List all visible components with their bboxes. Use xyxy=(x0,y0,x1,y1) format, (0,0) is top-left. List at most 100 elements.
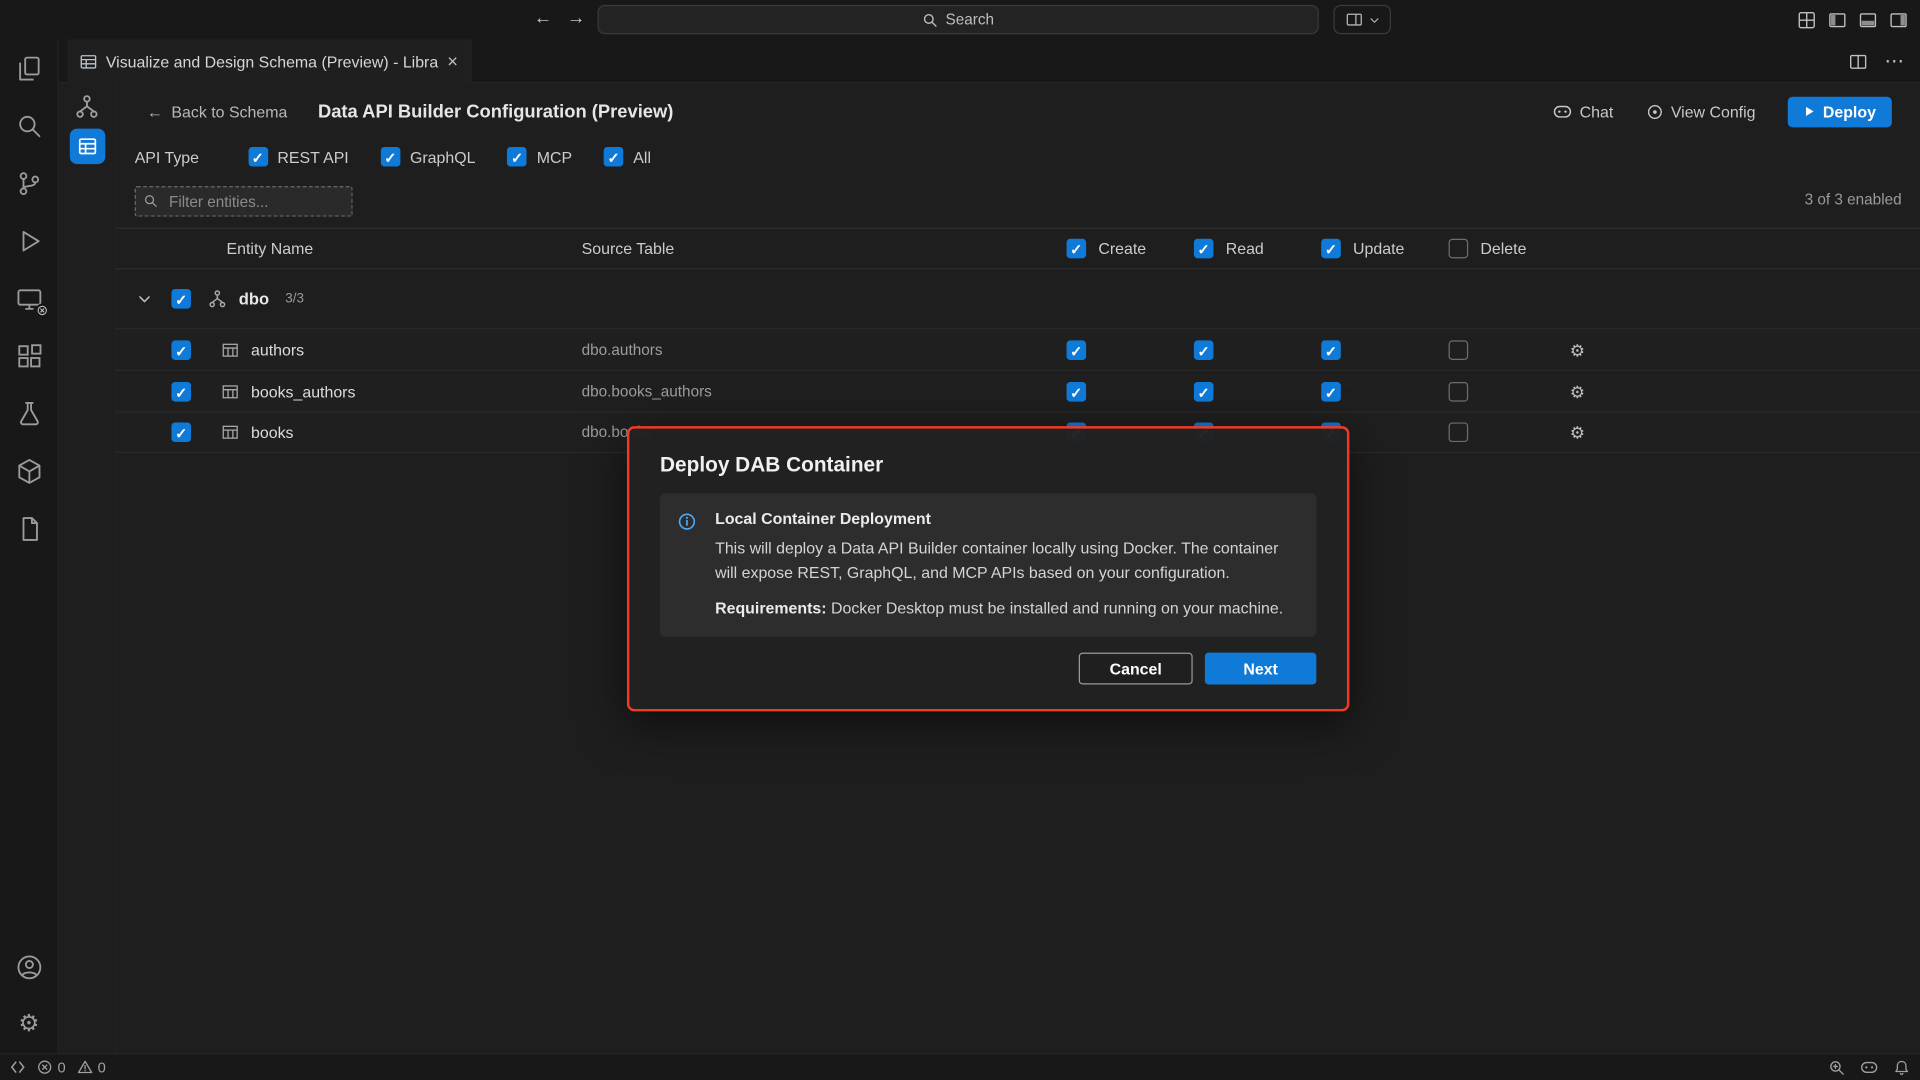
explorer-icon[interactable] xyxy=(0,39,58,97)
delete-checkbox[interactable] xyxy=(1449,422,1469,442)
back-to-schema-link[interactable]: ← Back to Schema xyxy=(147,102,287,120)
view-config-button[interactable]: View Config xyxy=(1645,102,1755,120)
search-label: Search xyxy=(946,11,995,28)
row-select-checkbox[interactable] xyxy=(171,422,191,442)
search-view-icon[interactable] xyxy=(0,97,58,155)
source-control-icon[interactable] xyxy=(0,154,58,212)
next-button[interactable]: Next xyxy=(1205,653,1316,685)
error-icon xyxy=(37,1059,53,1075)
schema-view-icon[interactable] xyxy=(75,94,99,118)
update-checkbox[interactable] xyxy=(1321,340,1341,360)
extensions-icon[interactable] xyxy=(0,327,58,385)
api-type-row: API Type REST API GraphQL MCP All xyxy=(135,142,651,171)
table-header: Entity Name Source Table Create Read Upd… xyxy=(116,228,1920,270)
all-label: All xyxy=(633,148,651,166)
deploy-label: Deploy xyxy=(1823,102,1876,120)
row-select-checkbox[interactable] xyxy=(171,381,191,401)
create-checkbox[interactable] xyxy=(1067,340,1087,360)
notifications-bell-icon[interactable] xyxy=(1893,1059,1910,1076)
schema-group-row: dbo 3/3 xyxy=(116,274,1920,323)
tab-close-icon[interactable]: × xyxy=(447,52,458,70)
tab-visualize-schema[interactable]: Visualize and Design Schema (Preview) - … xyxy=(67,39,471,83)
table-row: authors dbo.authors ⚙ xyxy=(116,328,1920,370)
deploy-dab-dialog: Deploy DAB Container Local Container Dep… xyxy=(627,426,1349,711)
zoom-status-icon[interactable] xyxy=(1828,1059,1845,1076)
col-update: Update xyxy=(1353,239,1404,257)
problems-errors[interactable]: 0 xyxy=(37,1059,66,1076)
group-select-checkbox[interactable] xyxy=(171,289,191,309)
source-table: dbo.books_authors xyxy=(582,383,712,400)
dab-config-view-icon[interactable] xyxy=(70,129,106,165)
table-row: books_authors dbo.books_authors ⚙ xyxy=(116,370,1920,412)
source-table: dbo.authors xyxy=(582,341,663,358)
update-all-checkbox[interactable] xyxy=(1321,239,1341,259)
status-bar: 0 0 xyxy=(0,1053,1920,1080)
settings-gear-icon[interactable]: ⚙ xyxy=(0,996,58,1054)
tab-title: Visualize and Design Schema (Preview) - … xyxy=(106,52,439,70)
testing-icon[interactable] xyxy=(0,384,58,442)
row-settings-gear-icon[interactable]: ⚙ xyxy=(1570,383,1585,400)
rest-api-label: REST API xyxy=(277,148,348,166)
create-checkbox[interactable] xyxy=(1067,381,1087,401)
graphql-checkbox[interactable] xyxy=(381,147,401,167)
schema-icon xyxy=(208,290,226,308)
back-label: Back to Schema xyxy=(171,102,287,120)
nav-forward-icon[interactable]: → xyxy=(567,7,585,28)
error-count: 0 xyxy=(58,1059,66,1076)
entity-name: authors xyxy=(251,340,304,358)
problems-warnings[interactable]: 0 xyxy=(77,1059,106,1076)
delete-all-checkbox[interactable] xyxy=(1449,239,1469,259)
view-config-label: View Config xyxy=(1671,102,1756,120)
view-config-icon xyxy=(1645,102,1663,120)
delete-checkbox[interactable] xyxy=(1449,381,1469,401)
table-icon xyxy=(222,383,239,400)
mcp-checkbox[interactable] xyxy=(507,147,527,167)
read-all-checkbox[interactable] xyxy=(1194,239,1214,259)
run-debug-icon[interactable] xyxy=(0,212,58,270)
chat-button[interactable]: Chat xyxy=(1553,102,1614,122)
database-projects-icon[interactable] xyxy=(0,500,58,558)
search-icon xyxy=(922,12,938,28)
more-actions-icon[interactable]: ⋯ xyxy=(1884,49,1905,73)
delete-checkbox[interactable] xyxy=(1449,340,1469,360)
table-icon xyxy=(222,424,239,441)
group-collapse-chevron-icon[interactable] xyxy=(137,291,152,306)
search-command-center[interactable]: Search xyxy=(598,5,1319,34)
containers-icon[interactable] xyxy=(0,442,58,500)
row-select-checkbox[interactable] xyxy=(171,340,191,360)
layout-control-button[interactable] xyxy=(1333,5,1391,34)
toggle-primary-sidebar-icon[interactable] xyxy=(1828,10,1846,28)
cancel-button[interactable]: Cancel xyxy=(1079,653,1193,685)
split-editor-icon[interactable] xyxy=(1849,52,1867,70)
col-create: Create xyxy=(1098,239,1146,257)
api-option-rest[interactable]: REST API xyxy=(248,147,349,167)
group-count: 3/3 xyxy=(285,291,304,306)
toggle-panel-icon[interactable] xyxy=(1859,10,1877,28)
remote-explorer-icon[interactable] xyxy=(0,269,58,327)
rest-api-checkbox[interactable] xyxy=(248,147,268,167)
api-option-all[interactable]: All xyxy=(604,147,651,167)
col-source-table: Source Table xyxy=(582,239,675,257)
read-checkbox[interactable] xyxy=(1194,381,1214,401)
remote-badge-icon xyxy=(35,304,48,317)
filter-entities-input[interactable] xyxy=(135,186,353,217)
entity-name: books_authors xyxy=(251,382,355,400)
api-option-graphql[interactable]: GraphQL xyxy=(381,147,476,167)
update-checkbox[interactable] xyxy=(1321,381,1341,401)
create-all-checkbox[interactable] xyxy=(1067,239,1087,259)
copilot-status-icon[interactable] xyxy=(1860,1058,1878,1076)
customize-layout-icon[interactable] xyxy=(1798,10,1816,28)
account-icon[interactable] xyxy=(0,938,58,996)
toggle-secondary-sidebar-icon[interactable] xyxy=(1889,10,1907,28)
nav-back-icon[interactable]: ← xyxy=(534,7,552,28)
all-checkbox[interactable] xyxy=(604,147,624,167)
col-entity-name: Entity Name xyxy=(227,239,314,257)
row-settings-gear-icon[interactable]: ⚙ xyxy=(1570,341,1585,358)
deploy-button[interactable]: Deploy xyxy=(1787,96,1892,127)
api-option-mcp[interactable]: MCP xyxy=(507,147,572,167)
col-read: Read xyxy=(1226,239,1264,257)
read-checkbox[interactable] xyxy=(1194,340,1214,360)
remote-indicator[interactable] xyxy=(10,1059,26,1075)
row-settings-gear-icon[interactable]: ⚙ xyxy=(1570,424,1585,441)
page-title: Data API Builder Configuration (Preview) xyxy=(318,101,673,122)
